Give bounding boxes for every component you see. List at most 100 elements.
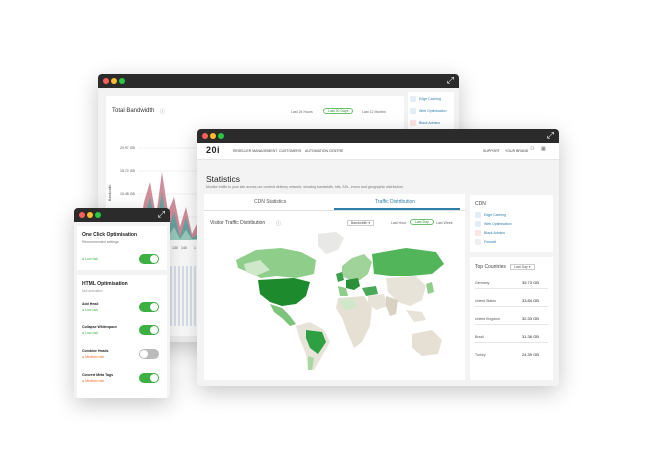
metric-select-value: Bandwidth	[351, 221, 368, 225]
option-risk-text: Low risk	[85, 331, 98, 335]
tab-traffic-distribution[interactable]: Traffic Distribution	[375, 199, 415, 205]
option-risk-text: Medium risk	[85, 355, 104, 359]
country-southeast-asia	[406, 310, 426, 322]
country-name: United Kingdom	[475, 317, 500, 321]
statistics-window: ⤢ 20i RESELLER MANAGEMENT CUSTOMERS AUTO…	[197, 129, 559, 386]
row-divider	[475, 306, 548, 307]
close-window-button[interactable]	[79, 212, 85, 218]
metric-select[interactable]: Bandwidth ▾	[347, 220, 375, 226]
web-optimisation-icon	[475, 221, 481, 227]
html-opt-title: HTML Optimisation	[82, 281, 128, 287]
cdn-item-web-optimisation[interactable]: Web Optimisation	[484, 222, 512, 226]
firewall-icon	[475, 239, 481, 245]
countries-range-value: Last Day	[514, 265, 528, 269]
range-24h[interactable]: Last 24 Hours	[291, 110, 313, 114]
expand-icon[interactable]: ⤢	[158, 210, 165, 220]
range-last-week[interactable]: Last Week	[436, 221, 452, 225]
one-click-toggle[interactable]	[139, 254, 159, 264]
cdn-item[interactable]: Edge Caching	[419, 97, 441, 101]
add-head-toggle[interactable]	[139, 302, 159, 312]
combine-heads-toggle[interactable]	[139, 349, 159, 359]
x-tick: 130	[172, 246, 178, 250]
window-titlebar: ⤢	[197, 129, 559, 143]
option-risk: ● Medium risk	[82, 355, 104, 359]
black-admins-icon	[475, 230, 481, 236]
option-name: Convert Meta Tags	[82, 373, 114, 377]
one-click-card: One Click Optimisation Recommended setti…	[77, 226, 167, 270]
country-name: United States	[475, 299, 497, 303]
html-opt-subtitle: Not activated	[82, 289, 103, 293]
collapse-whitespace-toggle[interactable]	[139, 325, 159, 335]
range-last-day[interactable]: Last Day	[410, 219, 434, 225]
cdn-item[interactable]: Web Optimisation	[419, 109, 447, 113]
country-name: Germany	[475, 281, 490, 285]
option-risk: ● Low risk	[82, 331, 98, 335]
close-window-button[interactable]	[202, 133, 208, 139]
nav-customers[interactable]: CUSTOMERS	[279, 149, 301, 153]
one-click-title: One Click Optimisation	[82, 232, 138, 238]
main-panel: CDN Statistics Traffic Distribution Visi…	[204, 194, 465, 380]
top-countries-title: Top Countries	[475, 264, 506, 270]
country-value: 35.73 GB	[522, 280, 539, 285]
country-name: Turkey	[475, 353, 486, 357]
cdn-item[interactable]: Black Admins	[419, 121, 440, 125]
country-value: 31.36 GB	[522, 334, 539, 339]
row-divider	[475, 288, 548, 289]
nav-support[interactable]: SUPPORT	[483, 149, 500, 153]
convert-meta-tags-toggle[interactable]	[139, 373, 159, 383]
one-click-risk: ● Low risk	[82, 257, 98, 261]
top-countries-panel: Top Countries Last Day ▾ Germany 35.73 G…	[470, 257, 553, 380]
brand-logo[interactable]: 20i	[206, 145, 220, 155]
country-value: 33.84 GB	[522, 298, 539, 303]
range-last-hour[interactable]: Last Hour	[391, 221, 406, 225]
nav-reseller[interactable]: RESELLER MANAGEMENT	[233, 149, 277, 153]
window-titlebar: ⤢	[98, 74, 459, 88]
grid-icon[interactable]: ▦	[541, 146, 546, 152]
cdn-item-edge-caching[interactable]: Edge Caching	[484, 213, 506, 217]
expand-icon[interactable]: ⤢	[447, 76, 454, 86]
country-australia	[412, 330, 442, 356]
country-mexico	[270, 304, 296, 326]
minimize-window-button[interactable]	[111, 78, 117, 84]
option-risk: ● Medium risk	[82, 379, 104, 383]
country-value: 24.39 GB	[522, 352, 539, 357]
minimize-window-button[interactable]	[87, 212, 93, 218]
maximize-window-button[interactable]	[218, 133, 224, 139]
minimize-window-button[interactable]	[210, 133, 216, 139]
page-subtitle: Monitor traffic to your site across our …	[206, 185, 404, 189]
countries-range-select[interactable]: Last Day ▾	[510, 264, 535, 270]
close-window-button[interactable]	[103, 78, 109, 84]
row-divider	[475, 342, 548, 343]
y-tick: 10.48 GB	[120, 192, 135, 196]
cdn-item-black-admins[interactable]: Black Admins	[484, 231, 505, 235]
top-nav: 20i RESELLER MANAGEMENT CUSTOMERS AUTOMA…	[197, 143, 559, 160]
world-map[interactable]	[226, 230, 446, 375]
option-name: Combine Heads	[82, 349, 109, 353]
web-optimisation-icon	[410, 108, 416, 114]
user-icon[interactable]: ⚇	[530, 146, 534, 152]
country-turkey	[362, 286, 378, 296]
range-12m[interactable]: Last 12 Months	[362, 110, 386, 114]
option-name: Add Head	[82, 302, 99, 306]
black-admins-icon	[410, 120, 416, 126]
maximize-window-button[interactable]	[95, 212, 101, 218]
y-tick: 20.97 GB	[120, 146, 135, 150]
cdn-item-firewall[interactable]: Firewall	[484, 240, 496, 244]
country-japan	[426, 282, 434, 294]
nav-your-brand[interactable]: YOUR BRAND	[505, 149, 528, 153]
help-icon[interactable]: ⓘ	[160, 108, 165, 115]
option-risk: ● Low risk	[82, 308, 98, 312]
nav-automation[interactable]: AUTOMATION CENTRE	[305, 149, 343, 153]
optimisation-window: ⤢ One Click Optimisation Recommended set…	[74, 208, 170, 398]
cdn-panel: CDN Edge Caching Web Optimisation Black …	[470, 195, 553, 252]
country-germany	[346, 278, 360, 290]
country-name: Brazil	[475, 335, 484, 339]
row-divider	[475, 324, 548, 325]
country-russia	[372, 248, 444, 276]
expand-icon[interactable]: ⤢	[547, 131, 554, 141]
range-30d[interactable]: Last 30 Days	[323, 108, 354, 114]
tab-cdn-statistics[interactable]: CDN Statistics	[254, 199, 286, 205]
maximize-window-button[interactable]	[119, 78, 125, 84]
help-icon[interactable]: ⓘ	[276, 220, 281, 227]
tabs-divider	[204, 209, 465, 210]
